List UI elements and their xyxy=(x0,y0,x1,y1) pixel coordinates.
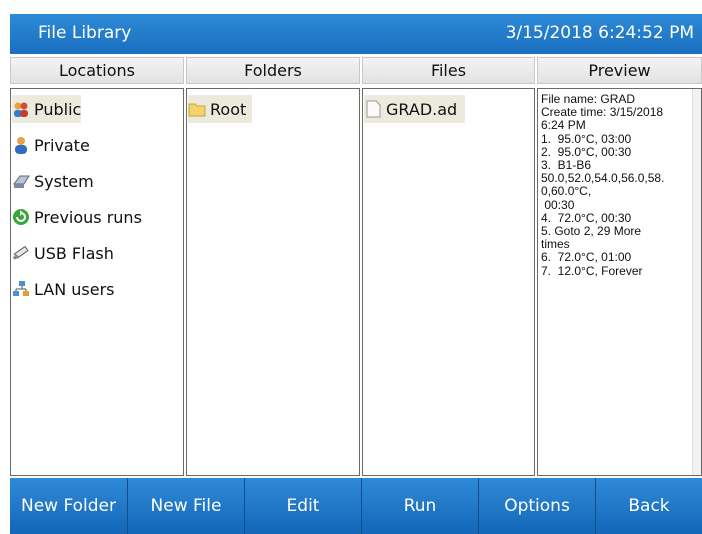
preview-pane: File name: GRAD Create time: 3/15/2018 6… xyxy=(537,88,702,476)
disk-icon xyxy=(12,172,30,190)
file-icon xyxy=(364,100,382,118)
column-headers: Locations Folders Files Preview xyxy=(10,57,702,85)
preview-text: File name: GRAD Create time: 3/15/2018 6… xyxy=(541,92,665,278)
back-button[interactable]: Back xyxy=(596,478,702,534)
preview-scrollbar[interactable] xyxy=(692,89,701,475)
refresh-icon xyxy=(12,208,30,226)
header-locations: Locations xyxy=(10,57,184,84)
location-label: Private xyxy=(34,135,90,155)
location-label: Previous runs xyxy=(34,207,142,227)
location-item-usb-flash[interactable]: USB Flash xyxy=(12,239,114,267)
folders-pane: Root xyxy=(186,88,360,476)
network-icon xyxy=(12,280,30,298)
folder-label: Root xyxy=(210,99,247,119)
location-item-lan-users[interactable]: LAN users xyxy=(12,275,115,303)
header-preview: Preview xyxy=(537,57,702,84)
new-folder-button[interactable]: New Folder xyxy=(10,478,128,534)
location-label: Public xyxy=(34,99,82,119)
header-files: Files xyxy=(362,57,535,84)
location-item-private[interactable]: Private xyxy=(12,131,90,159)
folder-item-root[interactable]: Root xyxy=(188,95,253,123)
header-folders: Folders xyxy=(186,57,360,84)
window-title: File Library xyxy=(38,23,132,43)
file-item-grad[interactable]: GRAD.ad xyxy=(364,95,466,123)
location-item-system[interactable]: System xyxy=(12,167,94,195)
folder-icon xyxy=(188,100,206,118)
location-item-previous-runs[interactable]: Previous runs xyxy=(12,203,142,231)
files-pane: GRAD.ad xyxy=(362,88,535,476)
edit-button[interactable]: Edit xyxy=(245,478,362,534)
run-button[interactable]: Run xyxy=(362,478,479,534)
title-bar: File Library 3/15/2018 6:24:52 PM xyxy=(10,14,702,54)
options-button[interactable]: Options xyxy=(479,478,596,534)
location-item-public[interactable]: Public xyxy=(12,95,82,123)
location-label: LAN users xyxy=(34,279,115,299)
datetime-display: 3/15/2018 6:24:52 PM xyxy=(505,23,694,43)
locations-pane: Public Private System Previous runs USB … xyxy=(10,88,184,476)
location-label: USB Flash xyxy=(34,243,114,263)
user-icon xyxy=(12,136,30,154)
users-icon xyxy=(12,100,30,118)
new-file-button[interactable]: New File xyxy=(128,478,245,534)
file-label: GRAD.ad xyxy=(386,99,458,119)
location-label: System xyxy=(34,171,94,191)
usb-icon xyxy=(12,244,30,262)
bottom-toolbar: New Folder New File Edit Run Options Bac… xyxy=(10,478,702,534)
